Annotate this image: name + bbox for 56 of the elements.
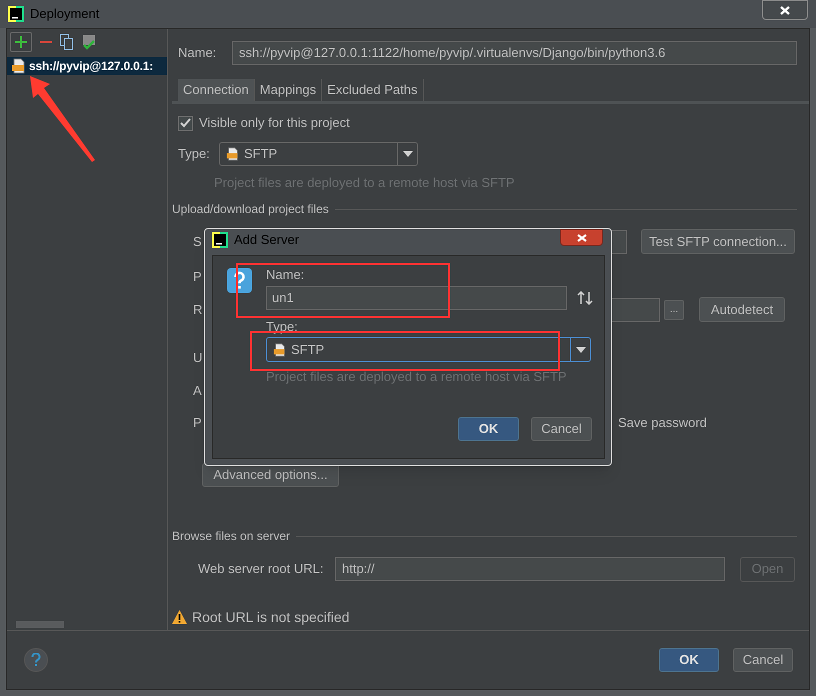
file-icon [11, 58, 27, 74]
close-icon [576, 234, 586, 242]
autodetect-button[interactable]: Autodetect [699, 297, 785, 322]
field-label: Web server root URL: [198, 560, 324, 578]
field-label: P [193, 414, 203, 432]
name-field[interactable]: un1 [266, 286, 567, 310]
name-field[interactable]: ssh://pyvip@127.0.0.1:1122/home/pyvip/.virtualenvs/Django/bin/python3.6 [232, 41, 797, 65]
checkbox-label: Visible only for this project [199, 114, 350, 132]
url-field[interactable]: http:// [335, 557, 725, 581]
file-icon [273, 342, 287, 356]
checklist-icon[interactable] [82, 34, 96, 50]
file-icon [226, 147, 240, 161]
checkbox[interactable] [178, 116, 193, 130]
section-title: Upload/download project files [172, 201, 329, 218]
section-title: Browse files on server [172, 528, 290, 545]
ok-button[interactable]: OK [458, 416, 519, 440]
app-logo-icon [212, 232, 228, 248]
field-label: R [193, 300, 204, 319]
browse-button[interactable]: ... [664, 300, 684, 320]
help-icon [31, 653, 41, 667]
field-label: P [193, 268, 203, 286]
dropdown-value: SFTP [244, 145, 278, 164]
ok-button[interactable]: OK [659, 648, 719, 672]
field-label: Type: [178, 145, 211, 164]
cancel-button[interactable]: Cancel [733, 648, 793, 672]
dropdown-arrow-icon [402, 151, 412, 157]
window-title: Deployment [30, 5, 100, 24]
sort-icon[interactable] [577, 290, 593, 304]
help-button[interactable] [24, 648, 48, 672]
field-label: Name: [178, 44, 218, 62]
cancel-button[interactable]: Cancel [531, 416, 592, 440]
type-dropdown[interactable]: SFTP [219, 142, 418, 166]
dialog-title: Add Server [234, 231, 300, 250]
field-label: S [193, 232, 203, 251]
add-button[interactable] [10, 32, 32, 52]
close-button[interactable] [560, 229, 603, 246]
server-list-item[interactable]: ssh://pyvip@127.0.0.1: [7, 57, 167, 75]
check-icon [180, 118, 191, 128]
dropdown-value: SFTP [291, 340, 324, 359]
field-label: Name: [266, 266, 306, 284]
test-connection-button[interactable]: Test SFTP connection... [641, 229, 795, 254]
close-icon [780, 6, 790, 14]
plus-icon [15, 36, 27, 48]
field-label: A [193, 382, 203, 400]
close-button[interactable] [762, 0, 808, 20]
type-dropdown[interactable]: SFTP [266, 337, 591, 362]
tab[interactable]: Connection [178, 79, 255, 101]
warning-text: Root URL is not specified [192, 608, 350, 627]
scrollbar[interactable] [16, 621, 64, 628]
app-logo-icon [8, 6, 24, 22]
checkbox-label: Save password [618, 414, 707, 432]
question-icon [227, 268, 252, 293]
dropdown-arrow-icon [576, 346, 586, 352]
copy-icon[interactable] [60, 34, 74, 50]
field-label: U [193, 349, 204, 368]
warning-icon [172, 610, 187, 624]
